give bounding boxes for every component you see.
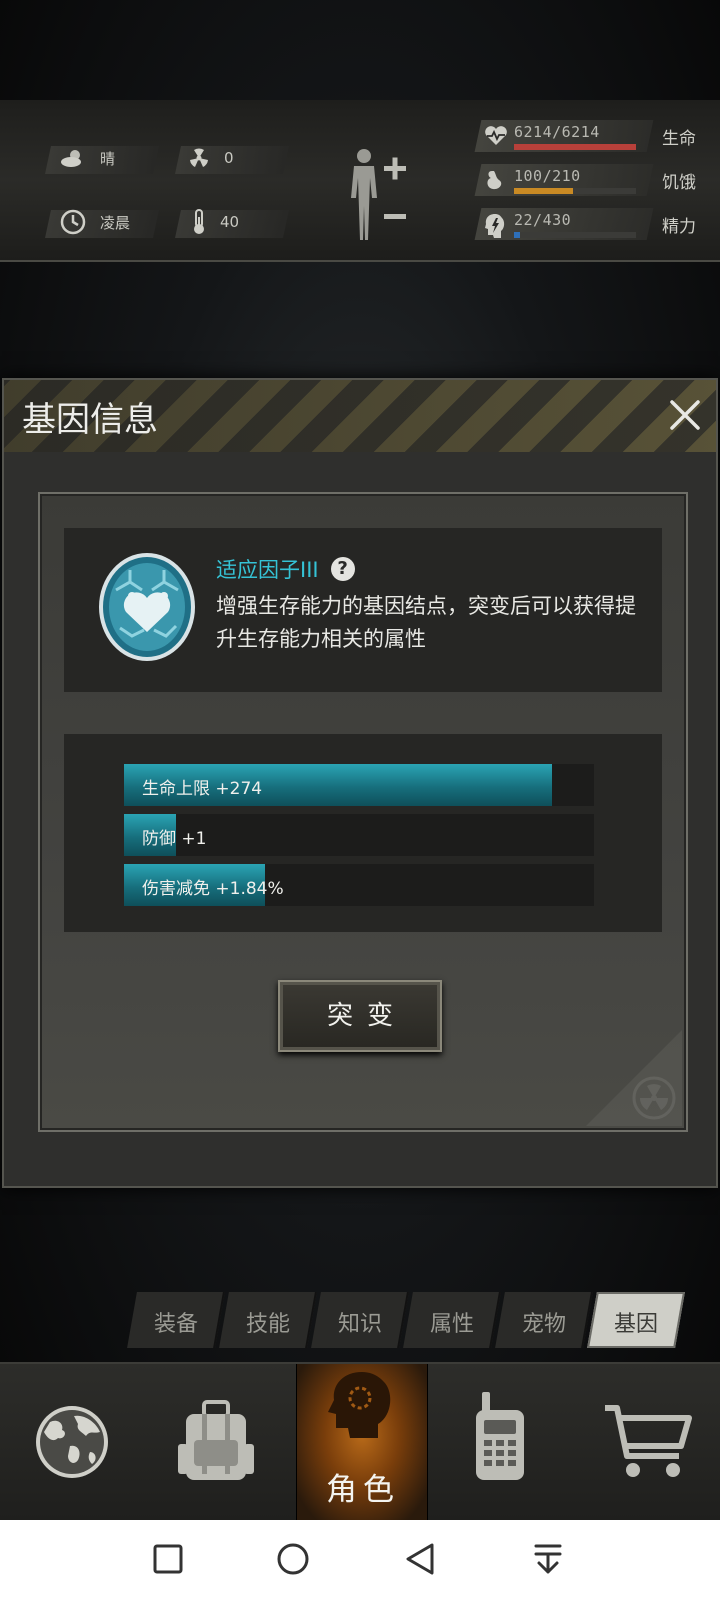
gene-name: 适应因子III: [216, 558, 319, 582]
back-icon[interactable]: [404, 1542, 436, 1576]
gene-description: 增强生存能力的基因结点，突变后可以获得提升生存能力相关的属性: [216, 594, 636, 651]
tab-knowledge[interactable]: 知识: [311, 1292, 409, 1348]
weather-text: 晴: [100, 149, 116, 168]
weather-cloud-sun-icon: [61, 150, 81, 167]
mutate-button[interactable]: 突变: [278, 980, 442, 1052]
radiation-status: 0: [188, 144, 234, 172]
energy-value: 22/430: [514, 211, 572, 229]
hunger-value: 100/210: [514, 167, 581, 185]
bonus-text: 防御 +1: [142, 829, 207, 849]
globe-icon: [36, 1406, 108, 1478]
energy-bar: [514, 232, 521, 238]
clock-icon: [60, 209, 86, 235]
character-head-icon: [328, 1372, 391, 1438]
backpack-icon: [178, 1400, 254, 1480]
tab-attributes[interactable]: 属性: [403, 1292, 501, 1348]
nav-shop[interactable]: [576, 1364, 720, 1520]
bottom-navigation: 角色: [0, 1362, 720, 1520]
bonus-text: 伤害减免 +1.84%: [142, 879, 284, 899]
tab-equipment[interactable]: 装备: [127, 1292, 225, 1348]
stomach-icon: [487, 171, 502, 190]
game-screen: 晴 0 凌晨 40 6214/6214 生命 100/210 饥饿 22/430…: [0, 0, 720, 1520]
status-bar: 晴 0 凌晨 40 6214/6214 生命 100/210 饥饿 22/430…: [0, 100, 720, 262]
body-status-icon[interactable]: [348, 148, 412, 244]
gene-heart-icon: [99, 553, 195, 661]
health-bar: [514, 144, 636, 150]
energy-stat: 22/430 精力: [474, 208, 710, 240]
system-navigation-bar: [0, 1520, 720, 1600]
temperature-status: 40: [192, 208, 239, 236]
nav-radio[interactable]: [428, 1364, 572, 1520]
help-icon[interactable]: ?: [330, 557, 355, 581]
bonus-health-max: 生命上限 +274: [124, 764, 594, 806]
gene-bonus-card: 生命上限 +274 防御 +1 伤害减免 +1.84%: [64, 734, 662, 932]
walkie-talkie-icon: [476, 1392, 524, 1480]
dropdown-arrow-icon[interactable]: [532, 1542, 564, 1576]
close-icon[interactable]: [664, 394, 706, 436]
nav-backpack[interactable]: [144, 1364, 288, 1520]
radiation-watermark-icon: [586, 1030, 682, 1126]
health-label: 生命: [662, 129, 696, 149]
recent-apps-icon[interactable]: [152, 1542, 184, 1576]
tab-genes[interactable]: 基因: [587, 1292, 685, 1348]
hunger-bar: [514, 188, 573, 194]
radiation-icon: [190, 148, 208, 167]
nav-character[interactable]: 角色: [296, 1364, 428, 1520]
bonus-text: 生命上限 +274: [142, 779, 263, 799]
character-tabs: 装备 技能 知识 属性 宠物 基因: [127, 1292, 685, 1348]
home-icon[interactable]: [276, 1542, 310, 1576]
dialog-title: 基因信息: [22, 400, 158, 440]
bonus-defense: 防御 +1: [124, 814, 594, 856]
hunger-label: 饥饿: [662, 173, 696, 193]
gene-info-card: 适应因子III ? 增强生存能力的基因结点，突变后可以获得提升生存能力相关的属性: [64, 528, 662, 692]
health-stat: 6214/6214 生命: [474, 120, 710, 152]
heart-pulse-icon: [485, 126, 507, 145]
energy-head-icon: [485, 214, 505, 238]
energy-label: 精力: [662, 217, 696, 237]
weather-status: 晴: [60, 144, 115, 172]
nav-world-map[interactable]: [0, 1364, 144, 1520]
health-value: 6214/6214: [514, 123, 600, 141]
nav-character-label: 角色: [326, 1472, 400, 1508]
tab-skills[interactable]: 技能: [219, 1292, 317, 1348]
bonus-damage-reduction: 伤害减免 +1.84%: [124, 864, 594, 906]
gene-info-dialog: 基因信息 适应因子III ? 增强生存能力的基因结点，突变后可以获得提升生存能力…: [2, 378, 718, 1188]
time-status: 凌晨: [60, 208, 130, 236]
shopping-cart-icon: [605, 1405, 692, 1477]
thermometer-icon: [194, 209, 204, 234]
radiation-text: 0: [224, 149, 234, 167]
mutate-button-label: 突变: [326, 1001, 407, 1031]
hunger-stat: 100/210 饥饿: [474, 164, 710, 196]
tab-pets[interactable]: 宠物: [495, 1292, 593, 1348]
temperature-text: 40: [220, 213, 240, 231]
time-text: 凌晨: [100, 213, 131, 232]
dialog-header: 基因信息: [4, 380, 716, 452]
gene-panel: 适应因子III ? 增强生存能力的基因结点，突变后可以获得提升生存能力相关的属性…: [38, 492, 688, 1132]
